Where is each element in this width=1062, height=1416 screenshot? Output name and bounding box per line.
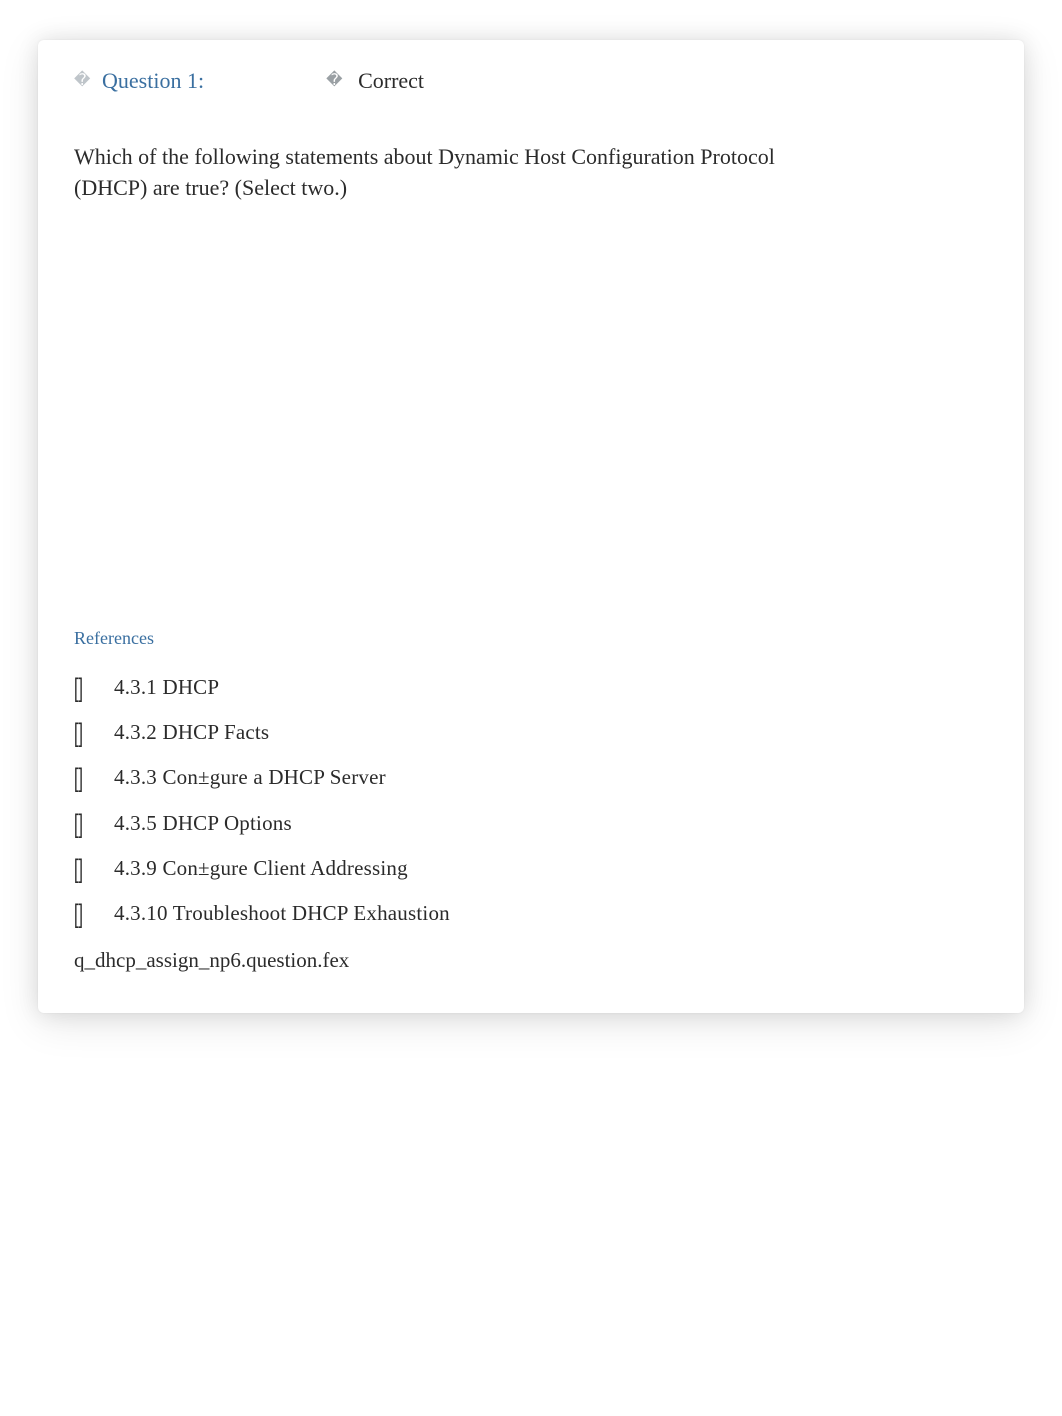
reference-link[interactable]: [] 4.3.3 Con±gure a DHCP Server (74, 765, 988, 790)
status-label: Correct (358, 68, 424, 94)
reference-link[interactable]: [] 4.3.1 DHCP (74, 675, 988, 700)
reference-label: 4.3.3 Con±gure a DHCP Server (114, 765, 386, 790)
answer-area (74, 204, 988, 604)
source-filename: q_dhcp_assign_np6.question.fex (74, 948, 988, 973)
reference-label: 4.3.9 Con±gure Client Addressing (114, 856, 408, 881)
bullet-icon: [] (74, 900, 84, 931)
question-text: Which of the following statements about … (74, 142, 794, 204)
reference-label: 4.3.1 DHCP (114, 675, 219, 700)
reference-label: 4.3.10 Troubleshoot DHCP Exhaustion (114, 901, 450, 926)
reference-link[interactable]: [] 4.3.9 Con±gure Client Addressing (74, 856, 988, 881)
reference-link[interactable]: [] 4.3.5 DHCP Options (74, 811, 988, 836)
reference-link[interactable]: [] 4.3.2 DHCP Facts (74, 720, 988, 745)
references-list: [] 4.3.1 DHCP [] 4.3.2 DHCP Facts [] 4.3… (74, 675, 988, 926)
references-heading: References (74, 628, 988, 649)
bullet-icon: [] (74, 810, 84, 841)
bullet-icon: [] (74, 765, 84, 796)
correct-icon: � (326, 73, 340, 89)
reference-label: 4.3.2 DHCP Facts (114, 720, 269, 745)
question-card: � Question 1: � Correct Which of the fol… (38, 40, 1024, 1013)
bullet-icon: [] (74, 855, 84, 886)
bullet-icon: [] (74, 674, 84, 705)
question-status-icon: � (74, 73, 84, 89)
reference-label: 4.3.5 DHCP Options (114, 811, 292, 836)
reference-link[interactable]: [] 4.3.10 Troubleshoot DHCP Exhaustion (74, 901, 988, 926)
bullet-icon: [] (74, 719, 84, 750)
question-number-label: Question 1: (102, 68, 204, 94)
question-header: � Question 1: � Correct (74, 68, 988, 94)
